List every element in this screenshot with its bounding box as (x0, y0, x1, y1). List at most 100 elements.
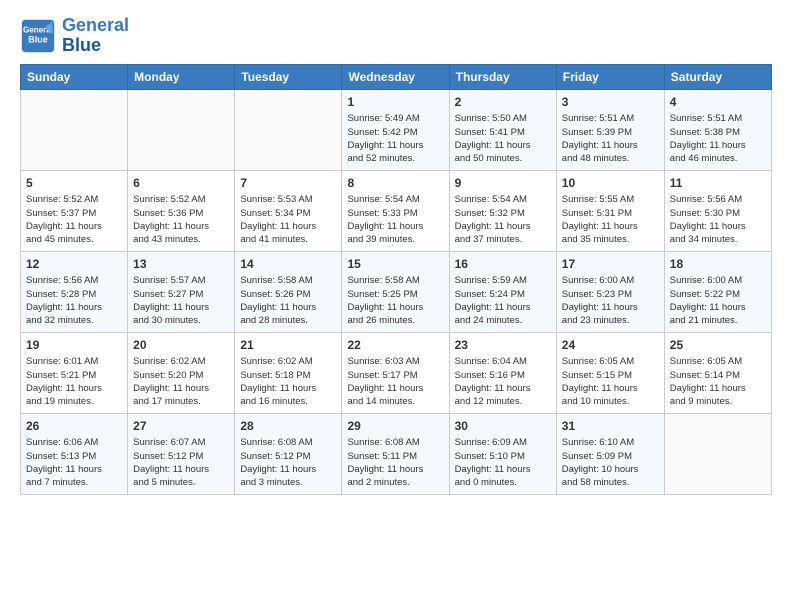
calendar-cell: 5Sunrise: 5:52 AMSunset: 5:37 PMDaylight… (21, 170, 128, 251)
day-info: Sunrise: 5:56 AMSunset: 5:28 PMDaylight:… (26, 274, 122, 327)
day-info: Sunrise: 6:02 AMSunset: 5:18 PMDaylight:… (240, 355, 336, 408)
day-number: 16 (455, 256, 551, 273)
calendar-cell: 3Sunrise: 5:51 AMSunset: 5:39 PMDaylight… (556, 89, 664, 170)
day-info: Sunrise: 5:57 AMSunset: 5:27 PMDaylight:… (133, 274, 229, 327)
calendar-cell: 19Sunrise: 6:01 AMSunset: 5:21 PMDayligh… (21, 332, 128, 413)
day-info: Sunrise: 6:08 AMSunset: 5:11 PMDaylight:… (347, 436, 443, 489)
day-info: Sunrise: 5:54 AMSunset: 5:32 PMDaylight:… (455, 193, 551, 246)
day-number: 18 (670, 256, 766, 273)
day-number: 15 (347, 256, 443, 273)
day-number: 7 (240, 175, 336, 192)
calendar-cell: 29Sunrise: 6:08 AMSunset: 5:11 PMDayligh… (342, 413, 449, 494)
day-info: Sunrise: 6:04 AMSunset: 5:16 PMDaylight:… (455, 355, 551, 408)
day-number: 8 (347, 175, 443, 192)
day-info: Sunrise: 5:54 AMSunset: 5:33 PMDaylight:… (347, 193, 443, 246)
day-number: 19 (26, 337, 122, 354)
day-info: Sunrise: 6:05 AMSunset: 5:14 PMDaylight:… (670, 355, 766, 408)
calendar-cell: 18Sunrise: 6:00 AMSunset: 5:22 PMDayligh… (664, 251, 771, 332)
weekday-header-saturday: Saturday (664, 64, 771, 89)
day-number: 12 (26, 256, 122, 273)
calendar-cell: 31Sunrise: 6:10 AMSunset: 5:09 PMDayligh… (556, 413, 664, 494)
day-number: 25 (670, 337, 766, 354)
calendar-cell: 24Sunrise: 6:05 AMSunset: 5:15 PMDayligh… (556, 332, 664, 413)
calendar-cell: 23Sunrise: 6:04 AMSunset: 5:16 PMDayligh… (449, 332, 556, 413)
day-info: Sunrise: 5:58 AMSunset: 5:26 PMDaylight:… (240, 274, 336, 327)
calendar-cell: 14Sunrise: 5:58 AMSunset: 5:26 PMDayligh… (235, 251, 342, 332)
day-number: 24 (562, 337, 659, 354)
day-info: Sunrise: 5:55 AMSunset: 5:31 PMDaylight:… (562, 193, 659, 246)
day-info: Sunrise: 6:08 AMSunset: 5:12 PMDaylight:… (240, 436, 336, 489)
day-number: 11 (670, 175, 766, 192)
day-number: 31 (562, 418, 659, 435)
calendar-cell: 10Sunrise: 5:55 AMSunset: 5:31 PMDayligh… (556, 170, 664, 251)
day-number: 13 (133, 256, 229, 273)
day-info: Sunrise: 5:52 AMSunset: 5:36 PMDaylight:… (133, 193, 229, 246)
calendar-cell: 7Sunrise: 5:53 AMSunset: 5:34 PMDaylight… (235, 170, 342, 251)
calendar-cell: 8Sunrise: 5:54 AMSunset: 5:33 PMDaylight… (342, 170, 449, 251)
day-number: 30 (455, 418, 551, 435)
day-info: Sunrise: 6:03 AMSunset: 5:17 PMDaylight:… (347, 355, 443, 408)
day-info: Sunrise: 5:59 AMSunset: 5:24 PMDaylight:… (455, 274, 551, 327)
day-info: Sunrise: 6:09 AMSunset: 5:10 PMDaylight:… (455, 436, 551, 489)
svg-text:Blue: Blue (28, 34, 48, 44)
day-number: 23 (455, 337, 551, 354)
calendar-cell: 27Sunrise: 6:07 AMSunset: 5:12 PMDayligh… (128, 413, 235, 494)
day-number: 20 (133, 337, 229, 354)
calendar-cell (664, 413, 771, 494)
calendar-cell: 13Sunrise: 5:57 AMSunset: 5:27 PMDayligh… (128, 251, 235, 332)
day-number: 1 (347, 94, 443, 111)
day-number: 5 (26, 175, 122, 192)
calendar-cell: 25Sunrise: 6:05 AMSunset: 5:14 PMDayligh… (664, 332, 771, 413)
day-info: Sunrise: 6:01 AMSunset: 5:21 PMDaylight:… (26, 355, 122, 408)
day-info: Sunrise: 5:53 AMSunset: 5:34 PMDaylight:… (240, 193, 336, 246)
calendar-cell: 26Sunrise: 6:06 AMSunset: 5:13 PMDayligh… (21, 413, 128, 494)
logo-text: GeneralBlue (62, 16, 129, 56)
calendar-cell: 15Sunrise: 5:58 AMSunset: 5:25 PMDayligh… (342, 251, 449, 332)
calendar-cell: 4Sunrise: 5:51 AMSunset: 5:38 PMDaylight… (664, 89, 771, 170)
day-info: Sunrise: 6:00 AMSunset: 5:22 PMDaylight:… (670, 274, 766, 327)
calendar-cell: 6Sunrise: 5:52 AMSunset: 5:36 PMDaylight… (128, 170, 235, 251)
day-number: 28 (240, 418, 336, 435)
day-info: Sunrise: 5:56 AMSunset: 5:30 PMDaylight:… (670, 193, 766, 246)
day-info: Sunrise: 5:51 AMSunset: 5:39 PMDaylight:… (562, 112, 659, 165)
day-info: Sunrise: 5:50 AMSunset: 5:41 PMDaylight:… (455, 112, 551, 165)
weekday-header-tuesday: Tuesday (235, 64, 342, 89)
calendar-cell (21, 89, 128, 170)
weekday-header-sunday: Sunday (21, 64, 128, 89)
day-info: Sunrise: 6:07 AMSunset: 5:12 PMDaylight:… (133, 436, 229, 489)
logo: General Blue GeneralBlue (20, 16, 129, 56)
weekday-header-wednesday: Wednesday (342, 64, 449, 89)
day-number: 9 (455, 175, 551, 192)
calendar-cell: 22Sunrise: 6:03 AMSunset: 5:17 PMDayligh… (342, 332, 449, 413)
day-info: Sunrise: 6:05 AMSunset: 5:15 PMDaylight:… (562, 355, 659, 408)
day-info: Sunrise: 5:52 AMSunset: 5:37 PMDaylight:… (26, 193, 122, 246)
weekday-header-friday: Friday (556, 64, 664, 89)
calendar-cell: 11Sunrise: 5:56 AMSunset: 5:30 PMDayligh… (664, 170, 771, 251)
day-info: Sunrise: 5:49 AMSunset: 5:42 PMDaylight:… (347, 112, 443, 165)
day-info: Sunrise: 5:51 AMSunset: 5:38 PMDaylight:… (670, 112, 766, 165)
day-info: Sunrise: 6:00 AMSunset: 5:23 PMDaylight:… (562, 274, 659, 327)
day-number: 22 (347, 337, 443, 354)
calendar-cell: 9Sunrise: 5:54 AMSunset: 5:32 PMDaylight… (449, 170, 556, 251)
calendar-cell: 1Sunrise: 5:49 AMSunset: 5:42 PMDaylight… (342, 89, 449, 170)
calendar-cell: 17Sunrise: 6:00 AMSunset: 5:23 PMDayligh… (556, 251, 664, 332)
calendar-cell (235, 89, 342, 170)
logo-icon: General Blue (20, 18, 56, 54)
calendar-cell: 21Sunrise: 6:02 AMSunset: 5:18 PMDayligh… (235, 332, 342, 413)
day-number: 17 (562, 256, 659, 273)
day-number: 14 (240, 256, 336, 273)
weekday-header-thursday: Thursday (449, 64, 556, 89)
day-number: 3 (562, 94, 659, 111)
calendar-table: SundayMondayTuesdayWednesdayThursdayFrid… (20, 64, 772, 495)
day-info: Sunrise: 6:10 AMSunset: 5:09 PMDaylight:… (562, 436, 659, 489)
calendar-cell: 20Sunrise: 6:02 AMSunset: 5:20 PMDayligh… (128, 332, 235, 413)
day-info: Sunrise: 6:02 AMSunset: 5:20 PMDaylight:… (133, 355, 229, 408)
calendar-cell (128, 89, 235, 170)
calendar-cell: 30Sunrise: 6:09 AMSunset: 5:10 PMDayligh… (449, 413, 556, 494)
day-number: 27 (133, 418, 229, 435)
day-number: 29 (347, 418, 443, 435)
day-info: Sunrise: 6:06 AMSunset: 5:13 PMDaylight:… (26, 436, 122, 489)
day-number: 4 (670, 94, 766, 111)
day-number: 26 (26, 418, 122, 435)
calendar-cell: 16Sunrise: 5:59 AMSunset: 5:24 PMDayligh… (449, 251, 556, 332)
